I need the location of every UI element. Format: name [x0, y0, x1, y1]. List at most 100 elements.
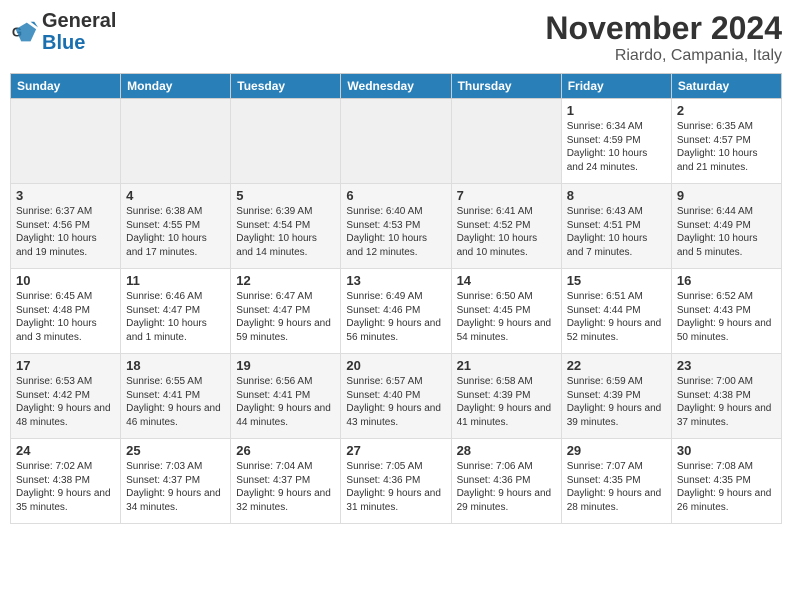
day-number: 3 [16, 188, 115, 203]
day-info: Sunrise: 6:35 AM Sunset: 4:57 PM Dayligh… [677, 120, 776, 174]
day-number: 29 [567, 443, 666, 458]
day-number: 7 [457, 188, 556, 203]
day-info: Sunrise: 6:45 AM Sunset: 4:48 PM Dayligh… [16, 290, 115, 344]
logo-blue: Blue [42, 32, 85, 54]
day-number: 17 [16, 358, 115, 373]
calendar-header: SundayMondayTuesdayWednesdayThursdayFrid… [11, 74, 782, 99]
calendar-week-3: 10 Sunrise: 6:45 AM Sunset: 4:48 PM Dayli… [11, 269, 782, 354]
day-info: Sunrise: 7:08 AM Sunset: 4:35 PM Dayligh… [677, 460, 776, 514]
logo: G General Blue [10, 10, 116, 54]
calendar-cell [451, 99, 561, 184]
calendar-cell: 14Sunrise: 6:50 AM Sunset: 4:45 PM Dayli… [451, 269, 561, 354]
calendar-cell: 8 Sunrise: 6:43 AM Sunset: 4:51 PM Daylig… [561, 184, 671, 269]
weekday-monday: Monday [121, 74, 231, 99]
calendar-cell: 29 Sunrise: 7:07 AM Sunset: 4:35 PM Dayli… [561, 439, 671, 524]
day-number: 13 [346, 273, 445, 288]
day-number: 10 [16, 273, 115, 288]
day-number: 12 [236, 273, 335, 288]
day-info: Sunrise: 7:07 AM Sunset: 4:35 PM Dayligh… [567, 460, 666, 514]
calendar-cell: 21Sunrise: 6:58 AM Sunset: 4:39 PM Dayli… [451, 354, 561, 439]
day-info: Sunrise: 6:58 AM Sunset: 4:39 PM Dayligh… [457, 375, 556, 429]
day-number: 11 [126, 273, 225, 288]
day-number: 28 [457, 443, 556, 458]
day-number: 20 [346, 358, 445, 373]
day-info: Sunrise: 6:43 AM Sunset: 4:51 PM Dayligh… [567, 205, 666, 259]
calendar-cell: 27Sunrise: 7:05 AM Sunset: 4:36 PM Dayli… [341, 439, 451, 524]
day-info: Sunrise: 7:06 AM Sunset: 4:36 PM Dayligh… [457, 460, 556, 514]
day-number: 5 [236, 188, 335, 203]
calendar-cell: 4 Sunrise: 6:38 AM Sunset: 4:55 PM Daylig… [121, 184, 231, 269]
day-info: Sunrise: 6:52 AM Sunset: 4:43 PM Dayligh… [677, 290, 776, 344]
day-info: Sunrise: 6:34 AM Sunset: 4:59 PM Dayligh… [567, 120, 666, 174]
day-number: 23 [677, 358, 776, 373]
calendar-cell: 15 Sunrise: 6:51 AM Sunset: 4:44 PM Dayli… [561, 269, 671, 354]
weekday-friday: Friday [561, 74, 671, 99]
calendar-table: SundayMondayTuesdayWednesdayThursdayFrid… [10, 73, 782, 524]
day-number: 2 [677, 103, 776, 118]
day-number: 25 [126, 443, 225, 458]
calendar-week-2: 3 Sunrise: 6:37 AM Sunset: 4:56 PM Daylig… [11, 184, 782, 269]
calendar-cell: 5Sunrise: 6:39 AM Sunset: 4:54 PM Daylig… [231, 184, 341, 269]
day-number: 4 [126, 188, 225, 203]
calendar-cell: 26 Sunrise: 7:04 AM Sunset: 4:37 PM Dayli… [231, 439, 341, 524]
day-number: 22 [567, 358, 666, 373]
calendar-cell: 10 Sunrise: 6:45 AM Sunset: 4:48 PM Dayli… [11, 269, 121, 354]
day-number: 24 [16, 443, 115, 458]
calendar-cell: 13Sunrise: 6:49 AM Sunset: 4:46 PM Dayli… [341, 269, 451, 354]
weekday-sunday: Sunday [11, 74, 121, 99]
calendar-cell: 11 Sunrise: 6:46 AM Sunset: 4:47 PM Dayli… [121, 269, 231, 354]
day-info: Sunrise: 6:59 AM Sunset: 4:39 PM Dayligh… [567, 375, 666, 429]
day-info: Sunrise: 6:37 AM Sunset: 4:56 PM Dayligh… [16, 205, 115, 259]
logo-name: General Blue [42, 10, 116, 54]
calendar-cell [231, 99, 341, 184]
calendar-week-4: 17 Sunrise: 6:53 AM Sunset: 4:42 PM Dayli… [11, 354, 782, 439]
day-number: 16 [677, 273, 776, 288]
calendar-cell: 19Sunrise: 6:56 AM Sunset: 4:41 PM Dayli… [231, 354, 341, 439]
calendar-cell: 18 Sunrise: 6:55 AM Sunset: 4:41 PM Dayli… [121, 354, 231, 439]
day-info: Sunrise: 6:51 AM Sunset: 4:44 PM Dayligh… [567, 290, 666, 344]
day-info: Sunrise: 6:57 AM Sunset: 4:40 PM Dayligh… [346, 375, 445, 429]
day-info: Sunrise: 7:05 AM Sunset: 4:36 PM Dayligh… [346, 460, 445, 514]
logo-general: General [42, 10, 116, 32]
day-number: 15 [567, 273, 666, 288]
title-block: November 2024 Riardo, Campania, Italy [545, 10, 782, 65]
calendar-cell: 17 Sunrise: 6:53 AM Sunset: 4:42 PM Dayli… [11, 354, 121, 439]
calendar-cell: 22 Sunrise: 6:59 AM Sunset: 4:39 PM Dayli… [561, 354, 671, 439]
weekday-wednesday: Wednesday [341, 74, 451, 99]
day-info: Sunrise: 6:53 AM Sunset: 4:42 PM Dayligh… [16, 375, 115, 429]
day-info: Sunrise: 7:03 AM Sunset: 4:37 PM Dayligh… [126, 460, 225, 514]
calendar-cell: 20 Sunrise: 6:57 AM Sunset: 4:40 PM Dayli… [341, 354, 451, 439]
day-info: Sunrise: 7:04 AM Sunset: 4:37 PM Dayligh… [236, 460, 335, 514]
day-info: Sunrise: 6:38 AM Sunset: 4:55 PM Dayligh… [126, 205, 225, 259]
calendar-cell: 16 Sunrise: 6:52 AM Sunset: 4:43 PM Dayli… [671, 269, 781, 354]
day-number: 18 [126, 358, 225, 373]
calendar-cell: 24 Sunrise: 7:02 AM Sunset: 4:38 PM Dayli… [11, 439, 121, 524]
calendar-cell [11, 99, 121, 184]
day-info: Sunrise: 6:55 AM Sunset: 4:41 PM Dayligh… [126, 375, 225, 429]
day-number: 1 [567, 103, 666, 118]
calendar-cell: 3 Sunrise: 6:37 AM Sunset: 4:56 PM Daylig… [11, 184, 121, 269]
calendar-cell: 1 Sunrise: 6:34 AM Sunset: 4:59 PM Daylig… [561, 99, 671, 184]
logo-icon: G [10, 18, 38, 46]
calendar-cell: 12 Sunrise: 6:47 AM Sunset: 4:47 PM Dayli… [231, 269, 341, 354]
day-info: Sunrise: 7:00 AM Sunset: 4:38 PM Dayligh… [677, 375, 776, 429]
calendar-cell: 6Sunrise: 6:40 AM Sunset: 4:53 PM Daylig… [341, 184, 451, 269]
day-number: 19 [236, 358, 335, 373]
weekday-tuesday: Tuesday [231, 74, 341, 99]
calendar-cell: 30Sunrise: 7:08 AM Sunset: 4:35 PM Dayli… [671, 439, 781, 524]
day-info: Sunrise: 6:46 AM Sunset: 4:47 PM Dayligh… [126, 290, 225, 344]
day-number: 9 [677, 188, 776, 203]
calendar-week-1: 1 Sunrise: 6:34 AM Sunset: 4:59 PM Daylig… [11, 99, 782, 184]
month-title: November 2024 [545, 10, 782, 47]
day-number: 6 [346, 188, 445, 203]
calendar-cell: 23 Sunrise: 7:00 AM Sunset: 4:38 PM Dayli… [671, 354, 781, 439]
weekday-saturday: Saturday [671, 74, 781, 99]
calendar-cell: 25 Sunrise: 7:03 AM Sunset: 4:37 PM Dayli… [121, 439, 231, 524]
day-number: 8 [567, 188, 666, 203]
day-info: Sunrise: 7:02 AM Sunset: 4:38 PM Dayligh… [16, 460, 115, 514]
calendar-cell: 7Sunrise: 6:41 AM Sunset: 4:52 PM Daylig… [451, 184, 561, 269]
location-subtitle: Riardo, Campania, Italy [545, 47, 782, 65]
day-number: 26 [236, 443, 335, 458]
day-info: Sunrise: 6:47 AM Sunset: 4:47 PM Dayligh… [236, 290, 335, 344]
calendar-cell [121, 99, 231, 184]
